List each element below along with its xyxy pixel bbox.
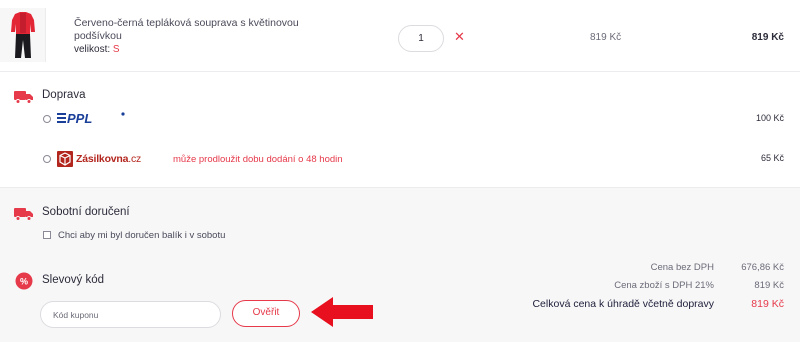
product-thumbnail[interactable] [0,8,46,62]
ppl-logo-text: PPL [67,111,92,125]
shipping-price-zasilkovna: 65 Kč [760,153,784,163]
package-icon [57,151,73,167]
vat-price-value: 819 Kč [754,280,784,291]
zasilkovna-text: Zásilkovna.cz [76,153,142,165]
truck-icon [14,208,33,221]
shipping-radio-ppl[interactable] [43,115,51,123]
shipping-section: Doprava PPL 100 Kč Zásilkovna.cz může pr… [0,72,800,188]
cart-item-row: Červeno-černá tepláková souprava s květi… [0,0,800,72]
close-icon[interactable]: ✕ [454,29,465,45]
shipping-radio-zasilkovna[interactable] [43,155,51,163]
saturday-delivery-label[interactable]: Chci aby mi byl doručen balík i v sobotu [58,230,225,241]
shipping-note: může prodloužit dobu dodání o 48 hodin [173,154,343,165]
percent-icon: % [15,272,33,290]
shipping-price-ppl: 100 Kč [755,113,784,123]
truck-icon [14,91,33,104]
net-price-label: Cena bez DPH [650,262,714,273]
product-size: velikost: S [74,44,120,55]
order-options-section: Sobotní doručení Chci aby mi byl doručen… [0,188,800,342]
svg-text:%: % [20,277,28,287]
saturday-delivery-checkbox[interactable] [43,231,51,239]
grand-total-value: 819 Kč [751,298,784,310]
quantity-input[interactable]: 1 [398,25,444,52]
size-value: S [112,44,120,55]
arrow-left-icon [311,297,373,327]
net-price-value: 676,86 Kč [741,262,784,273]
line-total-price: 819 Kč [751,32,784,43]
coupon-input[interactable] [40,301,221,328]
coupon-title: Slevový kód [42,274,105,286]
verify-coupon-button[interactable]: Ověřit [232,300,300,327]
shipping-title: Doprava [42,89,86,101]
zasilkovna-logo: Zásilkovna.cz [57,150,141,168]
checkout-page: Červeno-černá tepláková souprava s květi… [0,0,800,342]
saturday-delivery-title: Sobotní doručení [42,206,130,218]
size-label: velikost: [74,44,111,55]
grand-total-label: Celková cena k úhradě včetně dopravy [532,298,714,310]
ppl-logo: PPL [57,111,125,125]
product-name[interactable]: Červeno-černá tepláková souprava s květi… [74,17,314,43]
vat-price-label: Cena zboží s DPH 21% [614,280,714,291]
unit-price: 819 Kč [590,32,622,43]
